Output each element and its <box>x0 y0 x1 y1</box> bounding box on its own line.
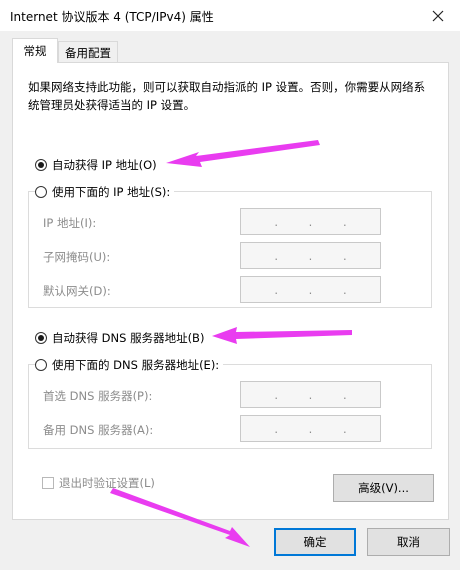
title-bar: Internet 协议版本 4 (TCP/IPv4) 属性 <box>0 0 460 31</box>
auto-ip-label: 自动获得 IP 地址(O) <box>52 158 157 172</box>
alternate-dns-input[interactable]: ... <box>240 415 381 442</box>
radio-selected-icon <box>35 332 47 344</box>
tab-alternate-configuration[interactable]: 备用配置 <box>58 41 118 63</box>
radio-unselected-icon <box>35 186 47 198</box>
manual-ip-label: 使用下面的 IP 地址(S): <box>52 185 171 199</box>
description-text: 如果网络支持此功能，则可以获取自动指派的 IP 设置。否则，你需要从网络系统管理… <box>28 80 426 112</box>
auto-dns-radio[interactable]: 自动获得 DNS 服务器地址(B) <box>35 330 209 346</box>
close-icon[interactable] <box>416 0 460 31</box>
validate-settings-label: 退出时验证设置(L) <box>59 476 155 490</box>
checkbox-icon <box>42 477 54 489</box>
default-gateway-input[interactable]: ... <box>240 276 381 303</box>
auto-dns-label: 自动获得 DNS 服务器地址(B) <box>52 331 205 345</box>
manual-dns-radio[interactable]: 使用下面的 DNS 服务器地址(E): <box>35 357 224 373</box>
preferred-dns-input[interactable]: ... <box>240 381 381 408</box>
manual-ip-radio[interactable]: 使用下面的 IP 地址(S): <box>35 184 175 200</box>
auto-ip-radio[interactable]: 自动获得 IP 地址(O) <box>35 157 161 173</box>
ipv4-properties-dialog: Internet 协议版本 4 (TCP/IPv4) 属性 常规 备用配置 如果… <box>0 0 460 570</box>
radio-unselected-icon <box>35 359 47 371</box>
subnet-mask-input[interactable]: ... <box>240 242 381 269</box>
manual-dns-label: 使用下面的 DNS 服务器地址(E): <box>52 358 220 372</box>
window-title: Internet 协议版本 4 (TCP/IPv4) 属性 <box>10 10 214 24</box>
tab-general[interactable]: 常规 <box>12 38 58 63</box>
ok-button[interactable]: 确定 <box>274 528 356 556</box>
subnet-mask-label: 子网掩码(U): <box>43 250 111 264</box>
validate-settings-checkbox[interactable]: 退出时验证设置(L) <box>42 475 155 491</box>
ip-address-label: IP 地址(I): <box>43 216 97 230</box>
advanced-button[interactable]: 高级(V)... <box>333 474 434 502</box>
default-gateway-label: 默认网关(D): <box>43 284 111 298</box>
ip-address-input[interactable]: ... <box>240 208 381 235</box>
cancel-button[interactable]: 取消 <box>367 528 450 556</box>
alternate-dns-label: 备用 DNS 服务器(A): <box>43 423 154 437</box>
preferred-dns-label: 首选 DNS 服务器(P): <box>43 389 153 403</box>
radio-selected-icon <box>35 159 47 171</box>
